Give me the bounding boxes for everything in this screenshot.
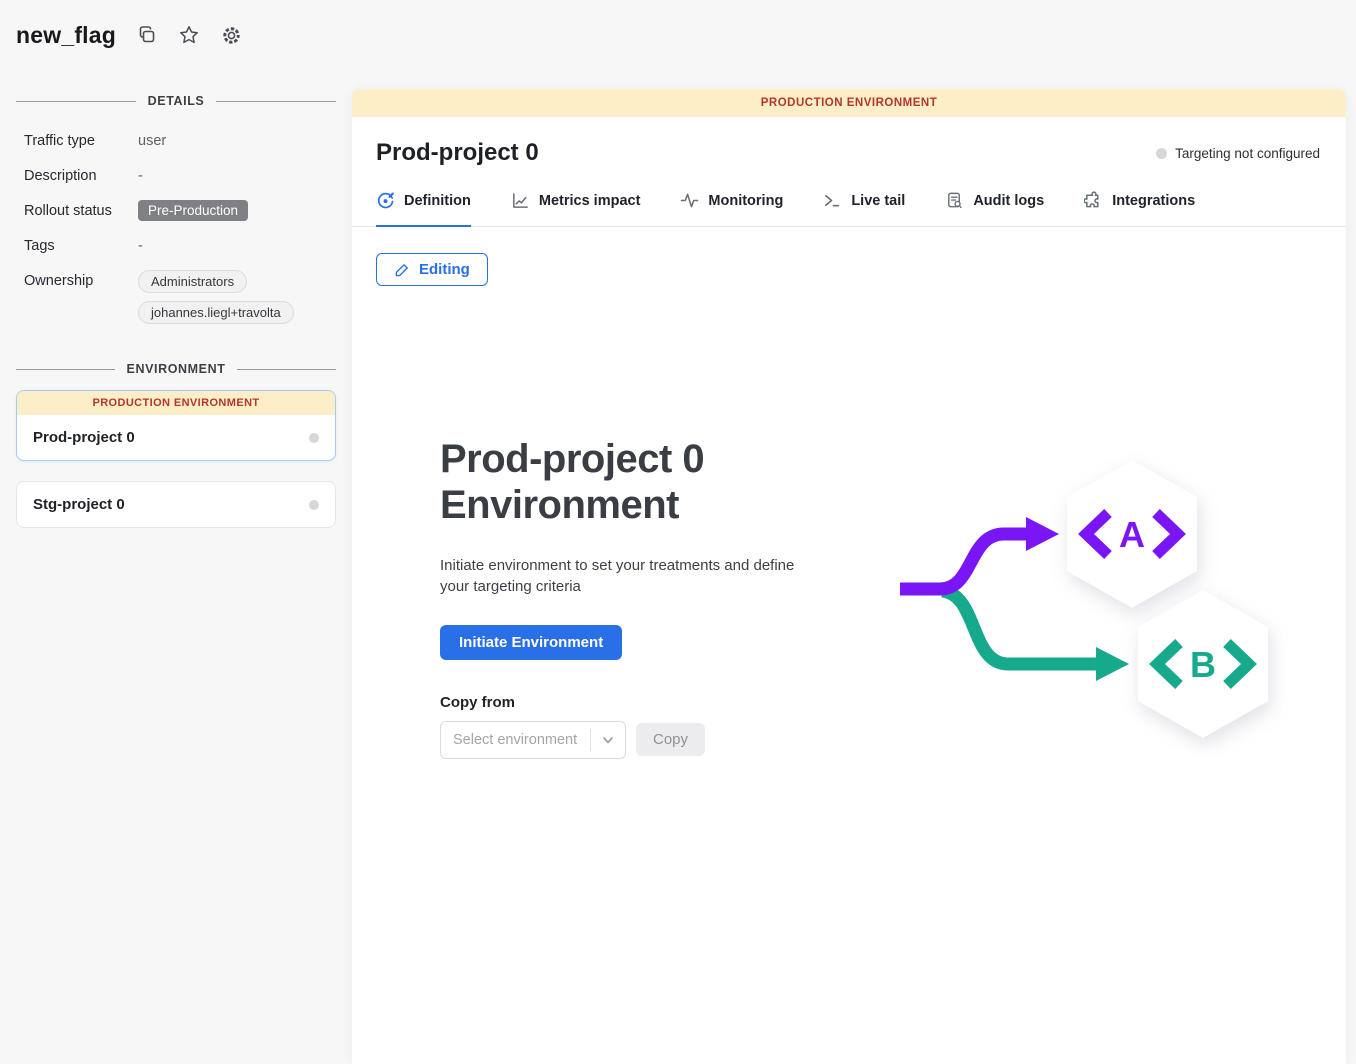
tab-monitoring[interactable]: Monitoring <box>680 191 783 227</box>
copy-button[interactable]: Copy <box>636 723 705 756</box>
tab-bar: Definition Metrics impact Monitoring <box>352 191 1346 227</box>
detail-value-rollout-status: Pre-Production <box>138 200 336 221</box>
tab-audit-logs[interactable]: Audit logs <box>945 191 1044 227</box>
hexagon-a-label: A <box>1119 514 1145 555</box>
env-card-name: Prod-project 0 <box>33 429 135 446</box>
tab-label: Monitoring <box>708 193 783 209</box>
copy-from-label: Copy from <box>440 694 860 711</box>
env-card-stg-project-0[interactable]: Stg-project 0 <box>16 481 336 528</box>
env-card-production-banner: PRODUCTION ENVIRONMENT <box>17 391 335 415</box>
detail-label-tags: Tags <box>24 235 138 257</box>
owner-pill-user[interactable]: johannes.liegl+travolta <box>138 301 294 324</box>
detail-value-tags: - <box>138 235 336 257</box>
sidebar: DETAILS Traffic type user Description - … <box>0 70 352 1064</box>
details-heading: DETAILS <box>148 94 205 108</box>
hexagon-b: B <box>1138 590 1268 738</box>
hero-content: Prod-project 0 Environment Initiate envi… <box>440 436 860 759</box>
editing-button-label: Editing <box>419 261 470 278</box>
env-card-body: Prod-project 0 <box>17 415 335 460</box>
puzzle-icon <box>1084 191 1103 210</box>
targeting-status-dot <box>1156 148 1167 159</box>
divider-line <box>237 369 336 370</box>
environment-title: Prod-project 0 <box>376 139 539 167</box>
ownership-pills: Administrators johannes.liegl+travolta <box>138 270 336 324</box>
tab-label: Definition <box>404 193 471 209</box>
copy-row: Select environment Copy <box>440 721 860 759</box>
select-environment-dropdown[interactable]: Select environment <box>440 721 626 759</box>
initiate-environment-button[interactable]: Initiate Environment <box>440 625 622 660</box>
divider-line <box>216 101 336 102</box>
tab-definition[interactable]: Definition <box>376 191 471 227</box>
main-panel: PRODUCTION ENVIRONMENT Prod-project 0 Ta… <box>352 89 1346 1064</box>
flag-title: new_flag <box>16 22 116 49</box>
detail-label-description: Description <box>24 165 138 187</box>
terminal-icon <box>823 191 842 210</box>
tab-metrics-impact[interactable]: Metrics impact <box>511 191 641 227</box>
pulse-icon <box>680 191 699 210</box>
hero-title: Prod-project 0 Environment <box>440 436 770 529</box>
environment-hero: Prod-project 0 Environment Initiate envi… <box>352 436 1346 761</box>
purple-arrowhead <box>1026 517 1059 551</box>
env-card-body: Stg-project 0 <box>17 482 335 527</box>
tab-label: Metrics impact <box>539 193 641 209</box>
divider-line <box>16 101 136 102</box>
hexagon-b-label: B <box>1190 644 1216 685</box>
tab-label: Audit logs <box>973 193 1044 209</box>
environment-heading: ENVIRONMENT <box>127 362 226 376</box>
document-search-icon <box>945 191 964 210</box>
copy-icon[interactable] <box>136 24 158 46</box>
env-card-prod-project-0[interactable]: PRODUCTION ENVIRONMENT Prod-project 0 <box>16 390 336 461</box>
detail-value-description: - <box>138 165 336 187</box>
detail-value-traffic-type: user <box>138 130 336 152</box>
detail-label-rollout-status: Rollout status <box>24 200 138 222</box>
environment-section-header: ENVIRONMENT <box>16 362 336 376</box>
env-status-dot <box>309 500 319 510</box>
targeting-status-label: Targeting not configured <box>1175 146 1320 161</box>
details-grid: Traffic type user Description - Rollout … <box>24 130 336 324</box>
tab-integrations[interactable]: Integrations <box>1084 191 1195 227</box>
line-chart-icon <box>511 191 530 210</box>
tab-label: Live tail <box>851 193 905 209</box>
env-status-dot <box>309 433 319 443</box>
tab-label: Integrations <box>1112 193 1195 209</box>
production-environment-banner: PRODUCTION ENVIRONMENT <box>352 89 1346 117</box>
hexagon-a: A <box>1067 460 1197 608</box>
teal-flow-line <box>942 591 1098 664</box>
ab-split-illustration: A B <box>880 446 1300 761</box>
pencil-icon <box>394 262 410 278</box>
detail-label-ownership: Ownership <box>24 270 138 292</box>
app-header: new_flag <box>0 0 1356 70</box>
teal-arrowhead <box>1096 647 1129 681</box>
target-edit-icon <box>376 191 395 210</box>
hero-description: Initiate environment to set your treatme… <box>440 555 805 597</box>
detail-label-traffic-type: Traffic type <box>24 130 138 152</box>
details-section-header: DETAILS <box>16 94 336 108</box>
gear-icon[interactable] <box>220 24 242 46</box>
owner-pill-administrators[interactable]: Administrators <box>138 270 247 293</box>
editing-button[interactable]: Editing <box>376 253 488 286</box>
toolbar: Editing <box>352 227 1346 286</box>
chevron-down-icon <box>591 733 625 747</box>
layout: DETAILS Traffic type user Description - … <box>0 70 1356 1064</box>
targeting-status: Targeting not configured <box>1156 146 1320 161</box>
rollout-status-badge: Pre-Production <box>138 200 248 221</box>
panel-title-row: Prod-project 0 Targeting not configured <box>352 117 1346 167</box>
purple-flow-line <box>900 534 1028 589</box>
select-environment-placeholder: Select environment <box>441 732 590 748</box>
tab-live-tail[interactable]: Live tail <box>823 191 905 227</box>
divider-line <box>16 369 115 370</box>
env-card-name: Stg-project 0 <box>33 496 125 513</box>
star-icon[interactable] <box>178 24 200 46</box>
